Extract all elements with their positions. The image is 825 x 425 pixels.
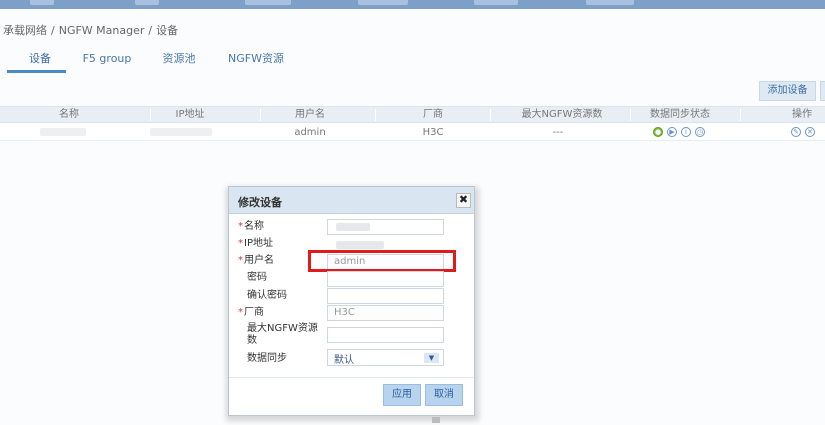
play-icon[interactable]: ▶	[667, 127, 677, 137]
redacted-value	[336, 223, 370, 231]
scroll-marker	[432, 417, 440, 423]
column-divider	[375, 109, 376, 121]
column-header-max-ngfw[interactable]: 最大NGFW资源数	[510, 108, 614, 122]
username-label: *用户名	[238, 255, 274, 267]
data-sync-selected-value: 默认	[334, 355, 354, 366]
cell-max-ngfw: ---	[552, 127, 564, 138]
vendor-input[interactable]: H3C	[327, 305, 444, 321]
info-icon[interactable]: i	[681, 127, 691, 137]
cell-name-redacted	[40, 128, 86, 136]
required-mark: *	[238, 255, 243, 266]
data-sync-select[interactable]: 默认 ▼	[327, 349, 444, 366]
column-header-username[interactable]: 用户名	[280, 108, 340, 122]
top-nav-item[interactable]	[245, 0, 291, 5]
name-label: *名称	[238, 221, 264, 233]
delete-icon[interactable]: ✕	[805, 127, 815, 137]
cell-vendor: H3C	[422, 127, 444, 138]
top-nav-item[interactable]	[474, 0, 518, 5]
edit-device-dialog: 修改设备 ✖ *名称 *IP地址 *用户名 admin 密码 确认密码 *厂商 …	[228, 186, 475, 416]
top-nav-item[interactable]	[30, 0, 54, 5]
tab-resource-pool[interactable]: 资源池	[160, 51, 198, 73]
dialog-footer-divider	[229, 377, 474, 378]
highlight-box	[308, 250, 456, 272]
column-divider	[630, 109, 631, 121]
close-icon[interactable]: ✖	[456, 193, 471, 208]
confirm-password-input[interactable]	[327, 288, 444, 304]
table-header: 名称 IP地址 用户名 厂商 最大NGFW资源数 数据同步状态 操作	[0, 106, 825, 123]
ip-label-text: IP地址	[244, 238, 273, 249]
tab-f5-group[interactable]: F5 group	[80, 51, 134, 73]
password-input[interactable]	[327, 271, 444, 287]
apply-button[interactable]: 应用	[383, 384, 421, 406]
required-mark: *	[238, 221, 243, 232]
edit-icon[interactable]: ✎	[791, 127, 801, 137]
vendor-label-text: 厂商	[244, 307, 264, 318]
status-ok-icon: ●	[653, 127, 663, 137]
breadcrumb-separator: /	[148, 24, 153, 37]
max-ngfw-input[interactable]	[327, 327, 444, 343]
column-header-ip[interactable]: IP地址	[160, 108, 220, 122]
name-label-text: 名称	[244, 221, 264, 232]
add-device-button[interactable]: 添加设备	[759, 81, 816, 101]
toolbar-extra-button[interactable]	[820, 81, 825, 101]
breadcrumb-separator: /	[51, 24, 55, 37]
dialog-header: 修改设备 ✖	[229, 187, 474, 214]
data-sync-label: 数据同步	[247, 353, 287, 364]
cell-username: admin	[294, 127, 326, 138]
column-header-operations: 操作	[792, 109, 812, 120]
name-input[interactable]	[327, 219, 444, 235]
column-divider	[150, 109, 151, 121]
vendor-label: *厂商	[238, 307, 264, 319]
required-mark: *	[238, 307, 243, 318]
column-divider	[490, 109, 491, 121]
max-ngfw-label-line2: 数	[247, 335, 257, 346]
chevron-down-icon[interactable]: ▼	[424, 353, 439, 363]
confirm-password-label: 确认密码	[247, 290, 287, 301]
breadcrumb-item[interactable]: NGFW Manager	[59, 24, 145, 37]
top-nav-item[interactable]	[586, 0, 634, 5]
cancel-button[interactable]: 取消	[425, 384, 463, 406]
column-divider	[260, 109, 261, 121]
redacted-value	[336, 241, 384, 249]
password-label: 密码	[247, 272, 267, 283]
column-header-vendor[interactable]: 厂商	[405, 108, 461, 122]
top-nav-bar	[0, 0, 825, 9]
cell-ip-redacted	[150, 128, 212, 136]
ip-label: *IP地址	[238, 238, 273, 250]
clock-icon[interactable]: ◷	[695, 127, 705, 137]
dialog-title: 修改设备	[238, 196, 282, 209]
breadcrumb-item: 设备	[156, 24, 179, 37]
column-divider	[740, 109, 741, 121]
top-nav-item[interactable]	[358, 0, 408, 5]
table-row[interactable]: admin H3C --- ● ▶ i ◷ ✎ ✕	[0, 124, 825, 141]
required-mark: *	[238, 238, 243, 249]
column-header-name[interactable]: 名称	[40, 108, 98, 122]
username-label-text: 用户名	[244, 255, 274, 266]
tab-ngfw-resources[interactable]: NGFW资源	[225, 51, 287, 73]
max-ngfw-label: 最大NGFW资源数	[247, 323, 318, 347]
breadcrumb-item[interactable]: 承载网络	[3, 24, 47, 37]
active-tab-indicator	[7, 70, 66, 73]
breadcrumb: 承载网络 / NGFW Manager / 设备	[3, 22, 178, 38]
max-ngfw-label-line1: 最大NGFW资源	[247, 323, 318, 334]
column-header-sync-status[interactable]: 数据同步状态	[640, 108, 720, 122]
top-nav-item[interactable]	[135, 0, 159, 5]
